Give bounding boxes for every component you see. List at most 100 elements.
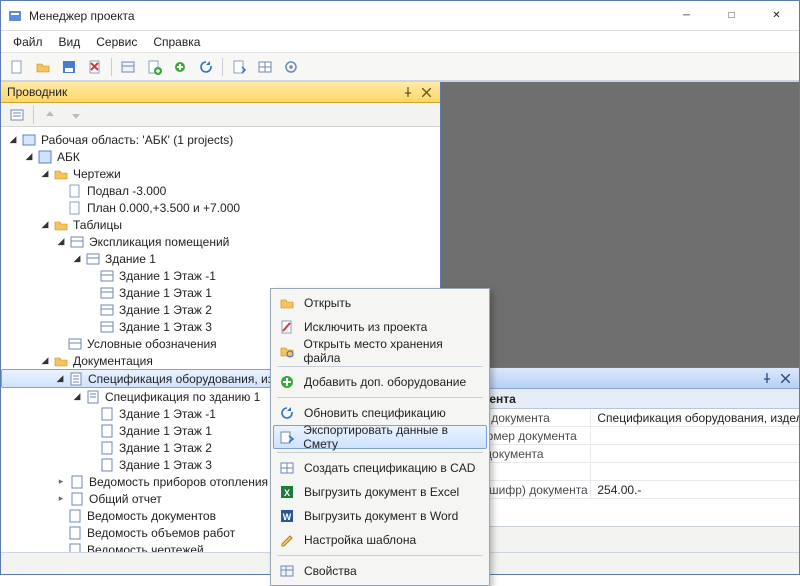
svg-text:X: X [284, 488, 290, 498]
tb-save[interactable] [57, 56, 81, 78]
spec-icon [99, 440, 115, 456]
tb-delete[interactable] [83, 56, 107, 78]
tree-tables[interactable]: ◢Таблицы [1, 216, 440, 233]
tb-cad[interactable] [253, 56, 277, 78]
open-icon [278, 294, 296, 312]
properties-icon [278, 562, 296, 575]
explorer-title: Проводник [7, 85, 67, 99]
folder-icon [53, 353, 69, 369]
ctx-add-equipment[interactable]: Добавить доп. оборудование [273, 370, 487, 394]
table-icon [99, 319, 115, 335]
menu-bar: Файл Вид Сервис Справка [1, 31, 799, 53]
close-button[interactable]: ✕ [754, 1, 799, 31]
excel-icon: X [278, 483, 296, 501]
tree-drawing-item[interactable]: План 0.000,+3.500 и +7.000 [1, 199, 440, 216]
title-bar: Менеджер проекта ─ □ ✕ [1, 1, 799, 31]
properties-panel: а документа вание документаСпецификация … [441, 367, 799, 552]
doc-icon [67, 508, 83, 524]
tb-open[interactable] [31, 56, 55, 78]
doc-icon [69, 491, 85, 507]
table-icon [99, 302, 115, 318]
doc-icon [69, 474, 85, 490]
ctx-template[interactable]: Настройка шаблона [273, 528, 487, 552]
doc-icon [67, 525, 83, 541]
window-title: Менеджер проекта [29, 9, 664, 23]
app-icon [7, 8, 23, 24]
refresh-icon [278, 404, 296, 422]
spec-icon [68, 371, 84, 387]
properties-group-header[interactable]: а документа [441, 389, 799, 409]
cad-icon [278, 459, 296, 477]
tb-props[interactable] [116, 56, 140, 78]
spec-icon [99, 406, 115, 422]
tree-abk[interactable]: ◢АБК [1, 148, 440, 165]
property-row[interactable]: ение (шифр) документа254.00.- [441, 481, 799, 499]
ctx-sep [277, 366, 483, 367]
tree-drawing-item[interactable]: Подвал -3.000 [1, 182, 440, 199]
folder-search-icon [278, 342, 296, 360]
doc-icon [67, 542, 83, 553]
svg-text:W: W [283, 512, 292, 522]
properties-grid[interactable]: вание документаСпецификация оборудования… [441, 409, 799, 526]
exp-down[interactable] [64, 104, 88, 126]
ctx-open-location[interactable]: Открыть место хранения файла [273, 339, 487, 363]
app-window: Менеджер проекта ─ □ ✕ Файл Вид Сервис С… [0, 0, 800, 575]
table-icon [99, 268, 115, 284]
tree-floor-item[interactable]: Здание 1 Этаж -1 [1, 267, 440, 284]
exp-up[interactable] [38, 104, 62, 126]
ctx-sep [277, 555, 483, 556]
explorer-header: Проводник [1, 82, 440, 103]
ctx-exclude[interactable]: Исключить из проекта [273, 315, 487, 339]
tb-add[interactable] [142, 56, 166, 78]
maximize-button[interactable]: □ [709, 1, 754, 31]
tb-export[interactable] [227, 56, 251, 78]
drawing-icon [67, 183, 83, 199]
tb-sep-2 [222, 58, 223, 76]
folder-icon [53, 217, 69, 233]
tb-settings[interactable] [279, 56, 303, 78]
ctx-open[interactable]: Открыть [273, 291, 487, 315]
tree-explication[interactable]: ◢Экспликация помещений [1, 233, 440, 250]
project-icon [37, 149, 53, 165]
property-row[interactable]: вание документаСпецификация оборудования… [441, 409, 799, 427]
ctx-export-smeta[interactable]: Экспортировать данные в Смету [273, 425, 487, 449]
spec-icon [85, 389, 101, 405]
tree-building1[interactable]: ◢Здание 1 [1, 250, 440, 267]
export-icon [278, 428, 295, 446]
ctx-refresh-spec[interactable]: Обновить спецификацию [273, 401, 487, 425]
ctx-export-word[interactable]: WВыгрузить документ в Word [273, 504, 487, 528]
spec-icon [99, 423, 115, 439]
property-row[interactable]: ение документа [441, 445, 799, 463]
empty-workspace [441, 82, 799, 367]
tb-refresh[interactable] [194, 56, 218, 78]
ctx-sep [277, 397, 483, 398]
ctx-export-excel[interactable]: XВыгрузить документ в Excel [273, 480, 487, 504]
exclude-icon [278, 318, 296, 336]
menu-view[interactable]: Вид [51, 33, 89, 51]
close-panel-icon[interactable] [777, 370, 793, 386]
minimize-button[interactable]: ─ [664, 1, 709, 31]
close-panel-icon[interactable] [418, 84, 434, 100]
menu-file[interactable]: Файл [5, 33, 51, 51]
ctx-properties[interactable]: Свойства [273, 559, 487, 575]
table-icon [69, 234, 85, 250]
workspace-icon [21, 132, 37, 148]
exp-sep [33, 106, 34, 124]
exp-order[interactable] [5, 104, 29, 126]
folder-icon [53, 166, 69, 182]
pin-icon[interactable] [759, 370, 775, 386]
tb-new[interactable] [5, 56, 29, 78]
tree-drawings[interactable]: ◢Чертежи [1, 165, 440, 182]
pin-icon[interactable] [400, 84, 416, 100]
menu-help[interactable]: Справка [145, 33, 208, 51]
tree-workspace[interactable]: ◢Рабочая область: 'АБК' (1 projects) [1, 131, 440, 148]
context-menu: Открыть Исключить из проекта Открыть мес… [270, 288, 490, 575]
properties-description [441, 526, 799, 552]
property-row[interactable]: иста [441, 463, 799, 481]
ctx-create-cad[interactable]: Создать спецификацию в CAD [273, 456, 487, 480]
menu-service[interactable]: Сервис [88, 33, 145, 51]
tb-add-eq[interactable] [168, 56, 192, 78]
table-icon [67, 336, 83, 352]
explorer-toolbar [1, 103, 440, 127]
property-row[interactable]: вый номер документа [441, 427, 799, 445]
